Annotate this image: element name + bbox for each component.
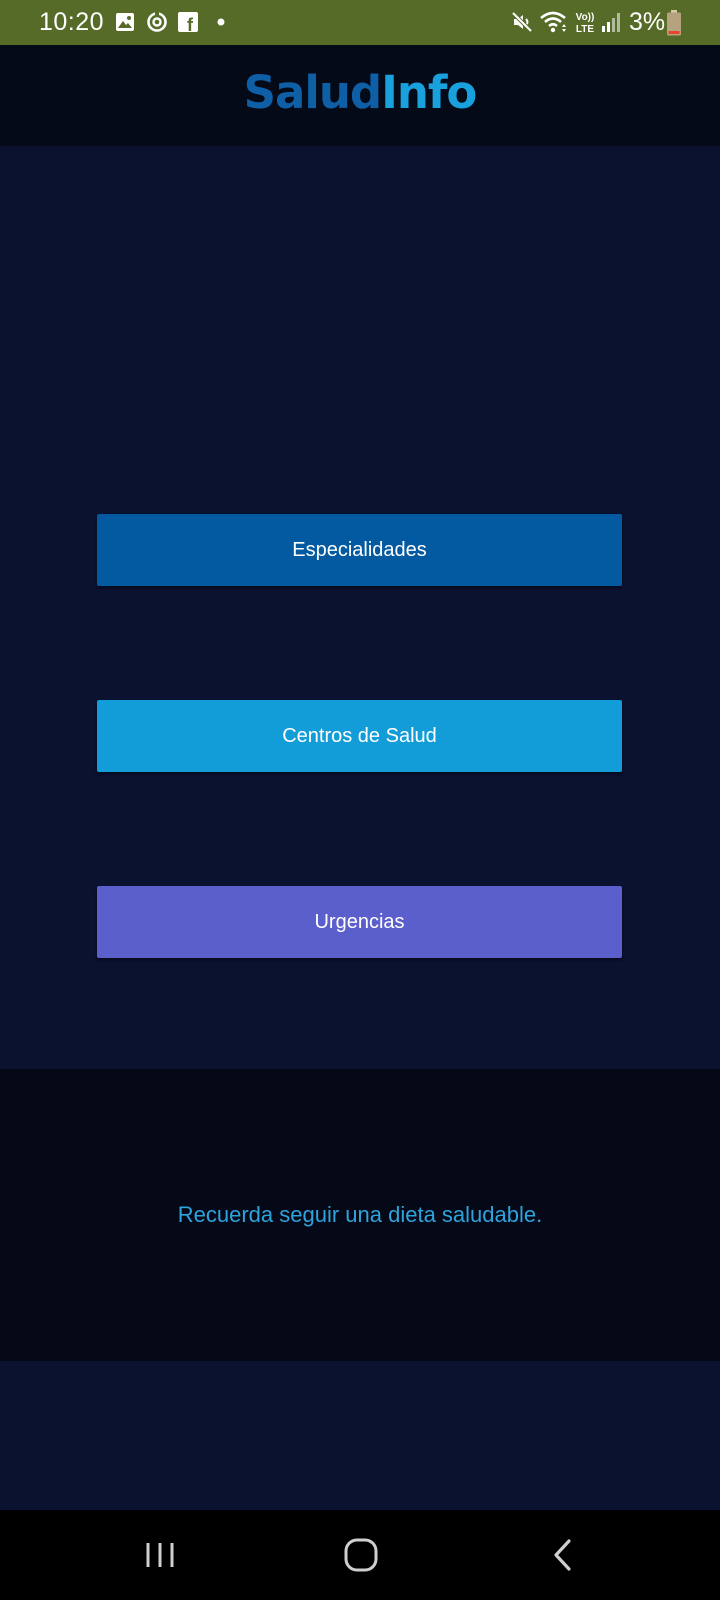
centros-de-salud-button[interactable]: Centros de Salud bbox=[97, 700, 622, 772]
facebook-icon: f bbox=[178, 12, 198, 32]
wifi-icon bbox=[540, 11, 566, 33]
status-time: 10:20 bbox=[39, 8, 105, 36]
mute-icon bbox=[511, 11, 533, 33]
tip-text: Recuerda seguir una dieta saludable. bbox=[177, 1202, 543, 1227]
app-title-part-salud: Salud bbox=[243, 66, 382, 119]
signal-icon bbox=[602, 13, 620, 32]
gallery-icon bbox=[116, 13, 134, 31]
recent-apps-icon[interactable] bbox=[131, 1530, 191, 1580]
app-header: SaludInfo bbox=[0, 45, 720, 146]
especialidades-button[interactable]: Especialidades bbox=[97, 514, 622, 586]
dot-icon bbox=[217, 18, 225, 26]
home-icon[interactable] bbox=[331, 1530, 391, 1580]
app-title: SaludInfo bbox=[0, 65, 720, 121]
back-icon[interactable] bbox=[533, 1530, 593, 1580]
battery-percent: 3% bbox=[629, 8, 666, 36]
svg-text:Vo)): Vo)) bbox=[576, 12, 595, 23]
battery-icon bbox=[667, 10, 681, 36]
svg-text:f: f bbox=[187, 15, 194, 32]
bottom-spacer bbox=[0, 1361, 720, 1510]
svg-text:LTE: LTE bbox=[576, 24, 594, 35]
volte-lte-icon: Vo)) LTE bbox=[576, 12, 595, 35]
sync-icon bbox=[147, 11, 167, 32]
main-menu: Especialidades Centros de Salud Urgencia… bbox=[0, 146, 720, 1069]
tip-panel: Recuerda seguir una dieta saludable. bbox=[0, 1069, 720, 1361]
system-nav-bar bbox=[0, 1510, 720, 1600]
status-bar: 10:20 f Vo)) LTE 3% bbox=[0, 0, 720, 45]
urgencias-button[interactable]: Urgencias bbox=[97, 886, 622, 958]
app-title-part-info: Info bbox=[381, 66, 477, 119]
